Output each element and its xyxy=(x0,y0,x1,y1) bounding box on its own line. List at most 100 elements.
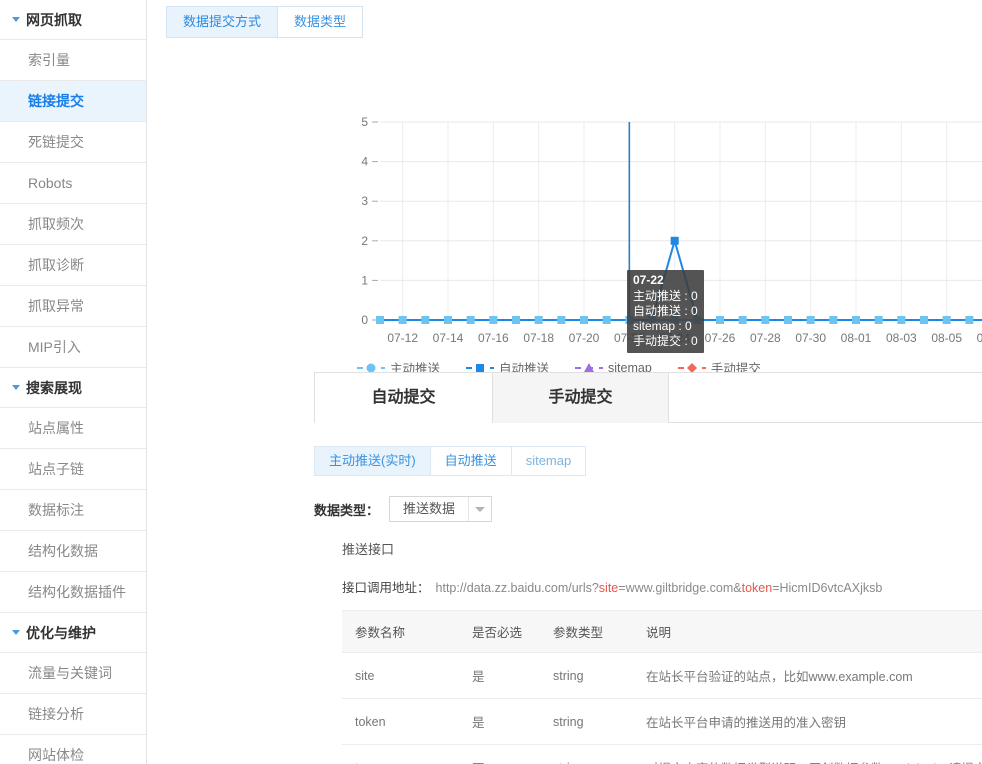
y-axis-tick-label: 3 xyxy=(361,194,368,208)
sidebar-item[interactable]: 数据标注 xyxy=(0,490,146,531)
x-axis-tick-label: 07-18 xyxy=(523,331,554,345)
sidebar-item[interactable]: 结构化数据插件 xyxy=(0,572,146,613)
link-submit-chart: 01234507-1207-1407-1607-1807-2007-2207-2… xyxy=(147,54,982,354)
sidebar-item[interactable]: 网站体检 xyxy=(0,735,146,764)
sidebar-item[interactable]: 站点子链 xyxy=(0,449,146,490)
sidebar-item-label: 网站体检 xyxy=(28,745,84,764)
api-eq-2: = xyxy=(772,581,779,595)
datatype-label: 数据类型： xyxy=(314,500,379,519)
param-required: 是 xyxy=(459,699,540,745)
pill-tab[interactable]: 数据提交方式 xyxy=(167,7,277,37)
param-type: string xyxy=(540,699,633,745)
sidebar-group-label: 优化与维护 xyxy=(26,623,96,643)
caret-down-icon xyxy=(12,17,20,22)
data-point-marker xyxy=(920,316,928,324)
x-axis-tick-label: 07-12 xyxy=(387,331,418,345)
param-name: site xyxy=(342,653,459,699)
api-token-value: HicmID6vtcAXjksb xyxy=(780,581,883,595)
main-content: 数据提交方式数据类型 01234507-1207-1407-1607-1807-… xyxy=(147,0,982,764)
sidebar-item[interactable]: 流量与关键词 xyxy=(0,653,146,694)
data-point-marker xyxy=(829,316,837,324)
api-url-line: 接口调用地址：http://data.zz.baidu.com/urls?sit… xyxy=(342,577,882,596)
sidebar-group-2[interactable]: 优化与维护 xyxy=(0,613,146,653)
api-url-label: 接口调用地址： xyxy=(342,581,430,595)
data-point-marker xyxy=(444,316,452,324)
pill-tab[interactable]: 数据类型 xyxy=(277,7,362,37)
sidebar-item-label: 索引量 xyxy=(28,50,70,70)
sidebar-item[interactable]: 索引量 xyxy=(0,40,146,81)
chart-tooltip: 07-22 主动推送 : 0 自动推送 : 0 sitemap : 0 手动提交… xyxy=(627,270,704,353)
x-axis-tick-label: 07-26 xyxy=(705,331,736,345)
table-row: token是string在站长平台申请的推送用的准入密钥 xyxy=(342,699,982,745)
sidebar-item[interactable]: 站点属性 xyxy=(0,408,146,449)
data-point-marker xyxy=(376,316,384,324)
api-section-title: 推送接口 xyxy=(342,539,394,558)
caret-down-icon xyxy=(12,630,20,635)
sidebar-item-label: 链接分析 xyxy=(28,704,84,724)
data-point-marker xyxy=(943,316,951,324)
data-point-marker xyxy=(467,316,475,324)
data-point-marker xyxy=(535,316,543,324)
x-axis-tick-label: 08-01 xyxy=(841,331,872,345)
sidebar-item[interactable]: 死链提交 xyxy=(0,122,146,163)
x-axis-tick-label: 08-03 xyxy=(886,331,917,345)
sidebar-item-label: 流量与关键词 xyxy=(28,663,112,683)
data-point-marker xyxy=(512,316,520,324)
sub-tab[interactable]: 主动推送(实时) xyxy=(315,447,430,475)
datatype-row: 数据类型： 推送数据 修改准入密钥 xyxy=(314,496,982,522)
data-point-marker xyxy=(716,316,724,324)
data-submit-mode-tabs: 数据提交方式数据类型 xyxy=(166,6,363,38)
sidebar-group-1[interactable]: 搜索展现 xyxy=(0,368,146,408)
sidebar-group-label: 网页抓取 xyxy=(26,10,82,30)
sidebar-item-label: Robots xyxy=(28,175,72,191)
sidebar-item[interactable]: 链接提交 xyxy=(0,81,146,122)
submit-method-tab[interactable]: 自动提交 xyxy=(315,373,492,423)
sub-tab[interactable]: sitemap xyxy=(511,447,586,475)
submit-method-tabs: 自动提交手动提交 xyxy=(314,372,982,423)
table-row: type否string对提交内容的数据类型说明，原创数据参数：original，… xyxy=(342,745,982,764)
y-axis-tick-label: 0 xyxy=(361,313,368,327)
api-param-token: token xyxy=(742,581,773,595)
param-desc: 在站长平台验证的站点，比如www.example.com xyxy=(633,653,982,699)
data-point-marker xyxy=(580,316,588,324)
submit-method-tab[interactable]: 手动提交 xyxy=(492,373,669,423)
param-name: type xyxy=(342,745,459,764)
sidebar-item[interactable]: 抓取异常 xyxy=(0,286,146,327)
sidebar-item[interactable]: MIP引入 xyxy=(0,327,146,368)
x-axis-tick-label: 07-14 xyxy=(433,331,464,345)
sidebar-item[interactable]: 抓取诊断 xyxy=(0,245,146,286)
tooltip-row: 自动推送 : 0 xyxy=(633,304,698,319)
data-point-marker xyxy=(784,316,792,324)
sidebar-item[interactable]: Robots xyxy=(0,163,146,204)
sub-tab[interactable]: 自动推送 xyxy=(430,447,511,475)
sidebar-item[interactable]: 抓取频次 xyxy=(0,204,146,245)
sidebar-item[interactable]: 链接分析 xyxy=(0,694,146,735)
caret-down-icon xyxy=(12,385,20,390)
column-header-desc: 说明 xyxy=(633,611,982,653)
data-point-marker xyxy=(603,316,611,324)
data-point-marker xyxy=(489,316,497,324)
data-point-marker xyxy=(852,316,860,324)
data-point-marker xyxy=(421,316,429,324)
datatype-select[interactable]: 推送数据 xyxy=(389,496,492,522)
datatype-select-value: 推送数据 xyxy=(390,497,468,521)
param-desc: 在站长平台申请的推送用的准入密钥 xyxy=(633,699,982,745)
sidebar-item-label: 抓取异常 xyxy=(28,296,84,316)
param-type: string xyxy=(540,745,633,764)
api-amp: & xyxy=(733,581,741,595)
sidebar-item[interactable]: 结构化数据 xyxy=(0,531,146,572)
chevron-down-icon[interactable] xyxy=(468,497,491,521)
param-type: string xyxy=(540,653,633,699)
auto-submit-subtabs: 主动推送(实时)自动推送sitemap xyxy=(314,446,586,476)
sidebar-item-label: 抓取频次 xyxy=(28,214,84,234)
column-header-type: 参数类型 xyxy=(540,611,633,653)
sidebar-item-label: 链接提交 xyxy=(28,91,84,111)
data-point-marker xyxy=(875,316,883,324)
sidebar-item-label: 站点子链 xyxy=(28,459,84,479)
param-required: 是 xyxy=(459,653,540,699)
x-axis-tick-label: 07-16 xyxy=(478,331,509,345)
chart-canvas: 01234507-1207-1407-1607-1807-2007-2207-2… xyxy=(147,54,982,354)
sidebar-item-label: 数据标注 xyxy=(28,500,84,520)
sidebar-group-0[interactable]: 网页抓取 xyxy=(0,0,146,40)
y-axis-tick-label: 2 xyxy=(361,234,368,248)
